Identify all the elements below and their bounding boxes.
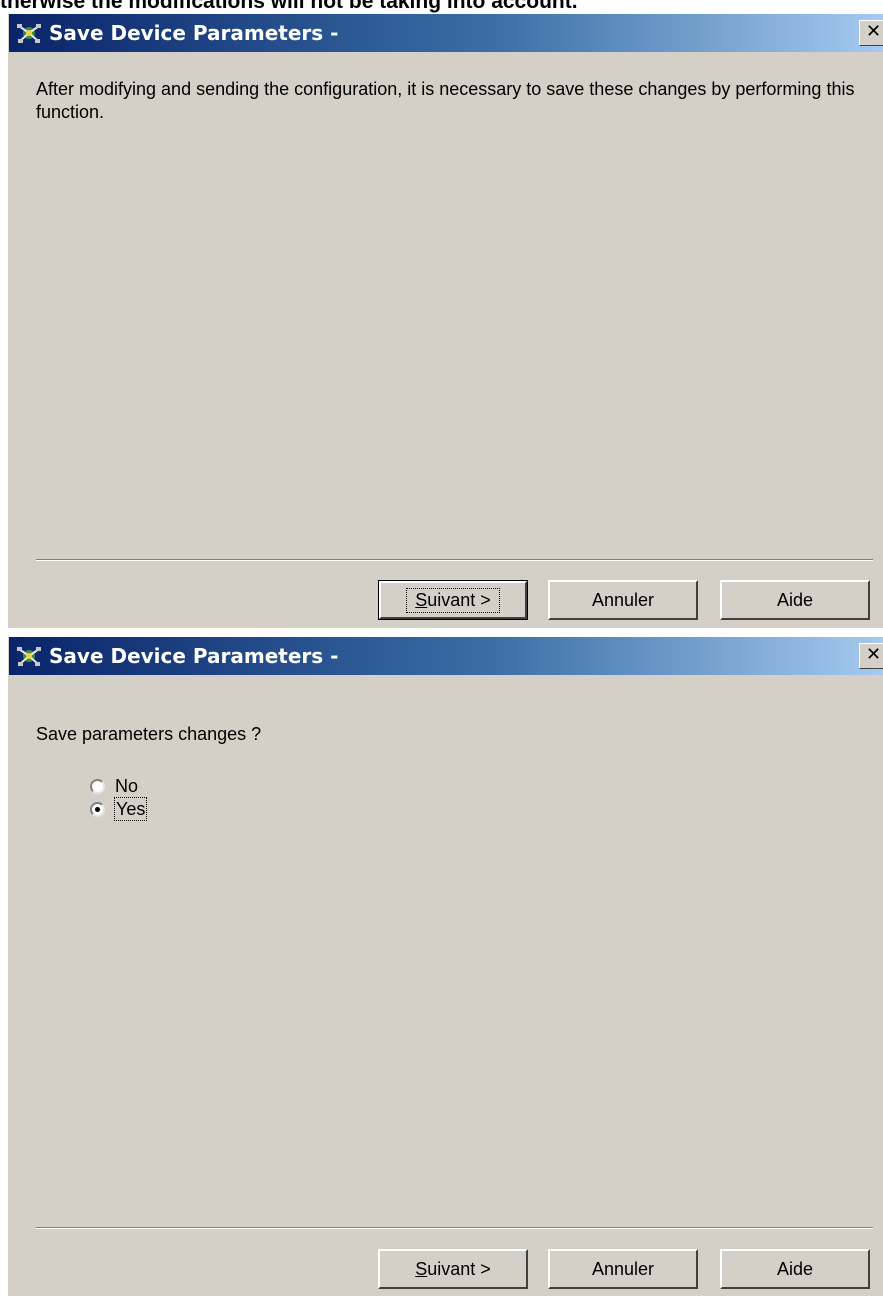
help-button[interactable]: Aide	[720, 1249, 870, 1289]
radio-option-yes[interactable]: Yes	[90, 797, 148, 821]
cancel-button[interactable]: Annuler	[548, 580, 698, 620]
help-button[interactable]: Aide	[720, 580, 870, 620]
close-button[interactable]: ✕	[859, 643, 883, 669]
title-bar[interactable]: Save Device Parameters - ✕	[9, 637, 883, 675]
radio-button-yes[interactable]	[90, 801, 105, 817]
button-separator	[36, 1227, 873, 1229]
title-bar[interactable]: Save Device Parameters - ✕	[9, 14, 883, 52]
question-text: Save parameters changes ?	[36, 724, 262, 744]
document-note-text: therwise the modifications will not be t…	[0, 0, 578, 13]
radio-option-no[interactable]: No	[90, 774, 139, 798]
save-parameters-dialog-step2: Save Device Parameters - ✕ Save paramete…	[7, 636, 883, 1296]
button-separator	[36, 559, 873, 561]
network-device-icon	[16, 22, 42, 44]
next-accelerator: S	[415, 1258, 428, 1279]
help-label: Aide	[776, 589, 814, 610]
cancel-button[interactable]: Annuler	[548, 1249, 698, 1289]
network-device-icon	[16, 645, 42, 667]
next-button[interactable]: Suivant >	[378, 580, 528, 620]
next-label: uivant >	[427, 1258, 491, 1279]
cancel-label: Annuler	[591, 1258, 655, 1279]
radio-selected-dot	[95, 806, 100, 812]
radio-label-yes[interactable]: Yes	[114, 797, 148, 821]
help-label: Aide	[776, 1258, 814, 1279]
description-text: After modifying and sending the configur…	[36, 79, 855, 122]
close-icon: ✕	[866, 644, 882, 665]
dialog-title: Save Device Parameters -	[49, 644, 339, 668]
radio-label-no[interactable]: No	[114, 775, 139, 797]
next-accelerator: S	[415, 589, 428, 610]
radio-button-no[interactable]	[90, 778, 105, 794]
close-button[interactable]: ✕	[859, 20, 883, 46]
save-parameters-dialog-step1: Save Device Parameters - ✕ After modifyi…	[7, 13, 883, 628]
cancel-label: Annuler	[591, 589, 655, 610]
next-label: uivant >	[427, 589, 491, 610]
close-icon: ✕	[866, 21, 882, 42]
focus-rectangle: Suivant >	[406, 587, 500, 613]
dialog-title: Save Device Parameters -	[49, 21, 339, 45]
next-button[interactable]: Suivant >	[378, 1249, 528, 1289]
